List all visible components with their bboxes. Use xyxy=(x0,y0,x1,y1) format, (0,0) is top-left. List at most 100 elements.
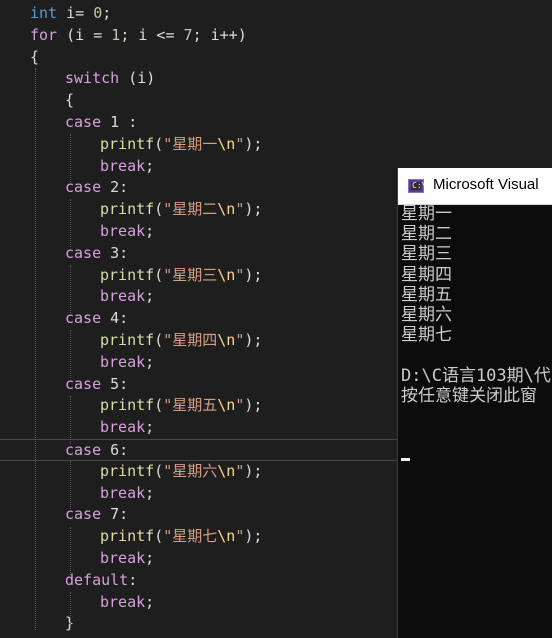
code-token: printf xyxy=(100,134,155,153)
code-line[interactable]: printf("星期一\n"); xyxy=(0,134,552,156)
code-token: "星期七 xyxy=(163,527,218,546)
console-output-line: 星期七 xyxy=(401,325,452,346)
indent-guide xyxy=(70,199,71,247)
code-token: switch xyxy=(65,69,120,88)
code-line[interactable]: int i= 0; xyxy=(0,3,552,25)
code-token: ; xyxy=(145,352,155,371)
code-token: 4: xyxy=(101,309,129,328)
code-token: "星期五 xyxy=(163,396,218,415)
code-token: { xyxy=(65,91,75,110)
indent-guide xyxy=(70,527,71,575)
code-token: 0 xyxy=(93,4,103,22)
console-window[interactable]: C:\ Microsoft Visual 星期一 星期二 星期三 星期四 星期五 星期六星… xyxy=(397,168,552,638)
console-output-line: 星期五 xyxy=(401,284,452,305)
code-token: 6: xyxy=(101,441,129,459)
code-token: 2: xyxy=(101,178,129,197)
indent-guide xyxy=(70,330,71,378)
console-output-line: 星期六 xyxy=(401,305,452,325)
code-token: printf xyxy=(100,461,155,480)
code-token: ( xyxy=(154,527,164,546)
code-token: 3: xyxy=(101,243,129,262)
code-token: 7 xyxy=(183,25,193,44)
console-output-line: 星期二 xyxy=(401,224,452,245)
code-token: 7: xyxy=(101,505,129,524)
code-token: " xyxy=(235,461,245,480)
code-token: " xyxy=(235,200,245,219)
console-output-line: D:\C语言103期\代 xyxy=(401,365,551,386)
code-line[interactable]: for (i = 1; i <= 7; i++) xyxy=(0,25,552,47)
code-token: ; xyxy=(145,156,155,175)
code-token: " xyxy=(235,265,245,284)
code-token: " xyxy=(235,134,245,153)
code-token: printf xyxy=(100,331,155,349)
code-editor[interactable]: int i= 0; for (i = 1; i <= 7; i++){switch… xyxy=(0,0,552,638)
indent-guide xyxy=(70,396,71,444)
console-title: Microsoft Visual xyxy=(433,176,539,193)
code-token: ); xyxy=(244,396,263,415)
code-token: break xyxy=(100,483,146,502)
code-token: break xyxy=(100,287,146,306)
code-token: \n xyxy=(217,331,236,349)
code-token: 1 xyxy=(111,25,121,44)
console-cursor xyxy=(401,458,410,461)
code-token: : xyxy=(128,570,138,589)
code-token: ; xyxy=(145,222,155,240)
code-token: "星期六 xyxy=(163,461,218,480)
console-app-icon: C:\ xyxy=(408,179,426,193)
code-token: { xyxy=(30,47,40,66)
code-token: printf xyxy=(100,396,155,415)
code-token: ); xyxy=(244,265,263,284)
code-token: printf xyxy=(100,200,155,219)
code-line[interactable]: case 1 : xyxy=(0,112,552,134)
code-token: " xyxy=(235,527,245,546)
code-token: ; xyxy=(145,592,155,611)
code-token: case xyxy=(65,113,102,131)
code-token: ); xyxy=(244,200,263,219)
code-token: break xyxy=(100,592,146,611)
code-token: printf xyxy=(100,527,155,546)
code-token: break xyxy=(100,352,146,371)
code-token: \n xyxy=(217,200,236,219)
indent-guide xyxy=(35,68,36,630)
code-token: ( xyxy=(154,396,164,415)
indent-guide xyxy=(70,461,71,509)
code-token: (i) xyxy=(119,69,156,88)
code-token: \n xyxy=(217,134,236,153)
code-token: ( xyxy=(154,200,164,219)
code-token: ; i++) xyxy=(192,25,247,44)
code-token: 5: xyxy=(101,374,129,393)
code-token: "星期三 xyxy=(163,265,218,284)
code-token: \n xyxy=(217,461,236,480)
code-token: " xyxy=(235,331,245,349)
code-token: ; i <= xyxy=(120,25,184,44)
indent-guide xyxy=(70,592,71,630)
code-line[interactable]: { xyxy=(0,90,552,112)
code-token: \n xyxy=(217,265,236,284)
console-output-line: 星期一 xyxy=(401,204,452,224)
code-line[interactable]: { xyxy=(0,47,552,69)
code-token: "星期二 xyxy=(163,200,218,219)
code-token: ( xyxy=(154,461,164,480)
console-output-line: 星期三 xyxy=(401,244,452,265)
code-token: ); xyxy=(244,134,263,153)
code-token: break xyxy=(100,222,146,240)
code-token: printf xyxy=(100,265,155,284)
code-token: "星期一 xyxy=(163,134,218,153)
console-titlebar[interactable]: C:\ Microsoft Visual xyxy=(398,168,552,205)
code-token: "星期四 xyxy=(163,331,218,349)
code-token: i= xyxy=(57,4,94,22)
code-line[interactable]: switch (i) xyxy=(0,68,552,90)
code-token: ); xyxy=(244,527,263,546)
code-token: break xyxy=(100,418,146,437)
indent-guide xyxy=(70,265,71,313)
code-token: ; xyxy=(145,483,155,502)
code-token: ; xyxy=(145,418,155,437)
console-output-line: 星期四 xyxy=(401,264,452,285)
code-token: ( xyxy=(154,331,164,349)
code-token: (i = xyxy=(57,25,112,44)
code-token: break xyxy=(100,549,146,567)
code-token: ( xyxy=(154,265,164,284)
code-token: ; xyxy=(145,287,155,306)
code-token: for xyxy=(30,25,58,44)
code-token: break xyxy=(100,156,146,175)
